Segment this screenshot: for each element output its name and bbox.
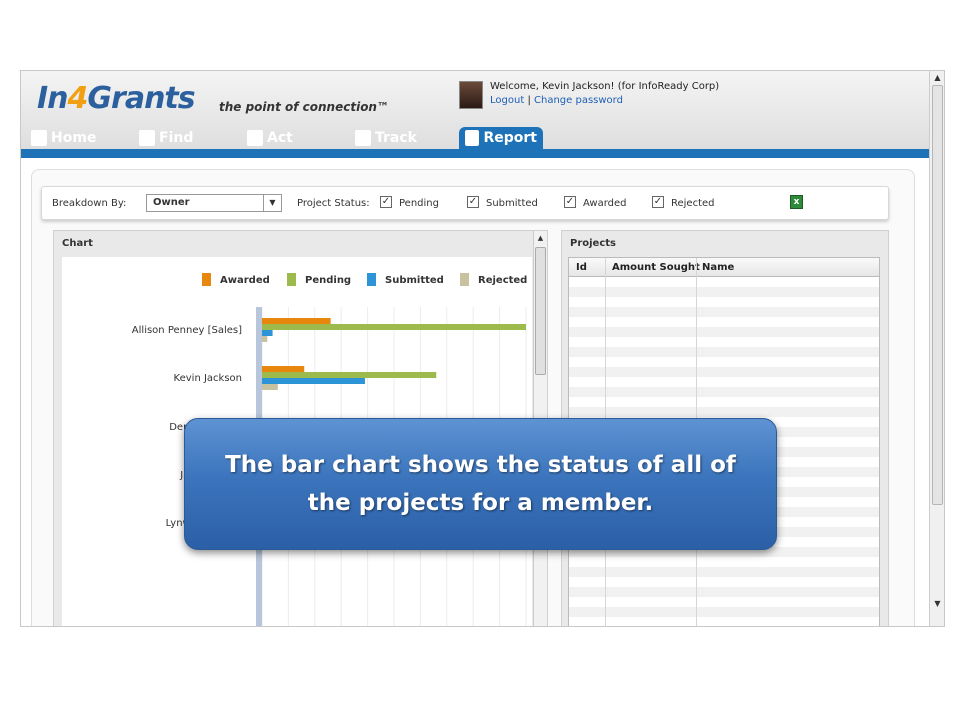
document-icon: [465, 130, 480, 146]
columns-icon: [355, 130, 371, 146]
bar: [262, 366, 305, 372]
pending-checkbox[interactable]: ✓: [380, 196, 392, 208]
nav-bar-underline: [21, 149, 929, 158]
breakdown-select[interactable]: Owner ▼: [146, 194, 282, 212]
tab-act[interactable]: Act: [241, 127, 299, 149]
legend-label: Pending: [305, 275, 351, 286]
excel-icon[interactable]: x: [790, 195, 803, 209]
scroll-up-icon[interactable]: ▲: [534, 231, 547, 245]
bar: [262, 336, 268, 342]
bar: [262, 378, 365, 384]
scroll-thumb[interactable]: [535, 247, 546, 375]
welcome-text: Welcome, Kevin Jackson! (for InfoReady C…: [490, 81, 720, 92]
bar: [262, 372, 437, 378]
legend-swatch: [287, 273, 296, 286]
bar: [262, 384, 278, 390]
account-links: Logout | Change password: [490, 95, 623, 106]
main-nav: Home Find Act Track Report: [21, 125, 929, 149]
category-label: Kevin Jackson: [174, 373, 242, 384]
report-toolbar: Breakdown By: Owner ▼ Project Status: ✓ …: [41, 186, 889, 220]
scroll-down-icon[interactable]: ▼: [930, 597, 944, 611]
bar: [262, 324, 526, 330]
logo: In4Grants: [37, 81, 196, 116]
tab-home[interactable]: Home: [25, 127, 102, 149]
table-header: Id Amount Sought Name: [569, 258, 879, 277]
rejected-checkbox[interactable]: ✓: [652, 196, 664, 208]
link-separator: |: [527, 95, 531, 106]
checkmark-icon: [247, 130, 263, 146]
page-scroll-thumb[interactable]: [932, 85, 943, 505]
tutorial-callout: The bar chart shows the status of all of…: [184, 418, 777, 550]
submitted-label: Submitted: [486, 198, 538, 209]
project-status-label: Project Status:: [297, 198, 370, 209]
legend-label: Awarded: [220, 275, 270, 286]
breakdown-label: Breakdown By:: [52, 198, 127, 209]
avatar: [459, 81, 483, 109]
legend-swatch: [367, 273, 376, 286]
column-header-amount[interactable]: Amount Sought: [612, 262, 700, 273]
awarded-label: Awarded: [583, 198, 627, 209]
legend-label: Submitted: [385, 275, 444, 286]
submitted-checkbox[interactable]: ✓: [467, 196, 479, 208]
legend-swatch: [202, 273, 211, 286]
chart-panel-title: Chart: [62, 238, 93, 249]
pending-label: Pending: [399, 198, 439, 209]
magnifier-icon: [139, 130, 155, 146]
bar: [262, 318, 331, 324]
column-header-id[interactable]: Id: [576, 262, 587, 273]
tab-find[interactable]: Find: [133, 127, 199, 149]
header: In4Grants the point of connection™ Welco…: [21, 71, 929, 149]
bar: [262, 330, 273, 336]
tagline: the point of connection™: [219, 100, 389, 114]
category-label: Allison Penney [Sales]: [132, 325, 242, 336]
legend-label: Rejected: [478, 275, 527, 286]
projects-panel-title: Projects: [570, 238, 617, 249]
tab-track[interactable]: Track: [349, 127, 423, 149]
tab-report[interactable]: Report: [459, 127, 543, 149]
logout-link[interactable]: Logout: [490, 95, 524, 106]
change-password-link[interactable]: Change password: [534, 95, 623, 106]
home-icon: [31, 130, 47, 146]
chevron-down-icon: ▼: [263, 195, 281, 211]
awarded-checkbox[interactable]: ✓: [564, 196, 576, 208]
legend-swatch: [460, 273, 469, 286]
column-header-name[interactable]: Name: [702, 262, 734, 273]
callout-text: The bar chart shows the status of all of…: [225, 452, 736, 516]
page-scrollbar[interactable]: ▲ ▼: [929, 71, 944, 626]
rejected-label: Rejected: [671, 198, 715, 209]
scroll-up-icon[interactable]: ▲: [930, 71, 944, 85]
